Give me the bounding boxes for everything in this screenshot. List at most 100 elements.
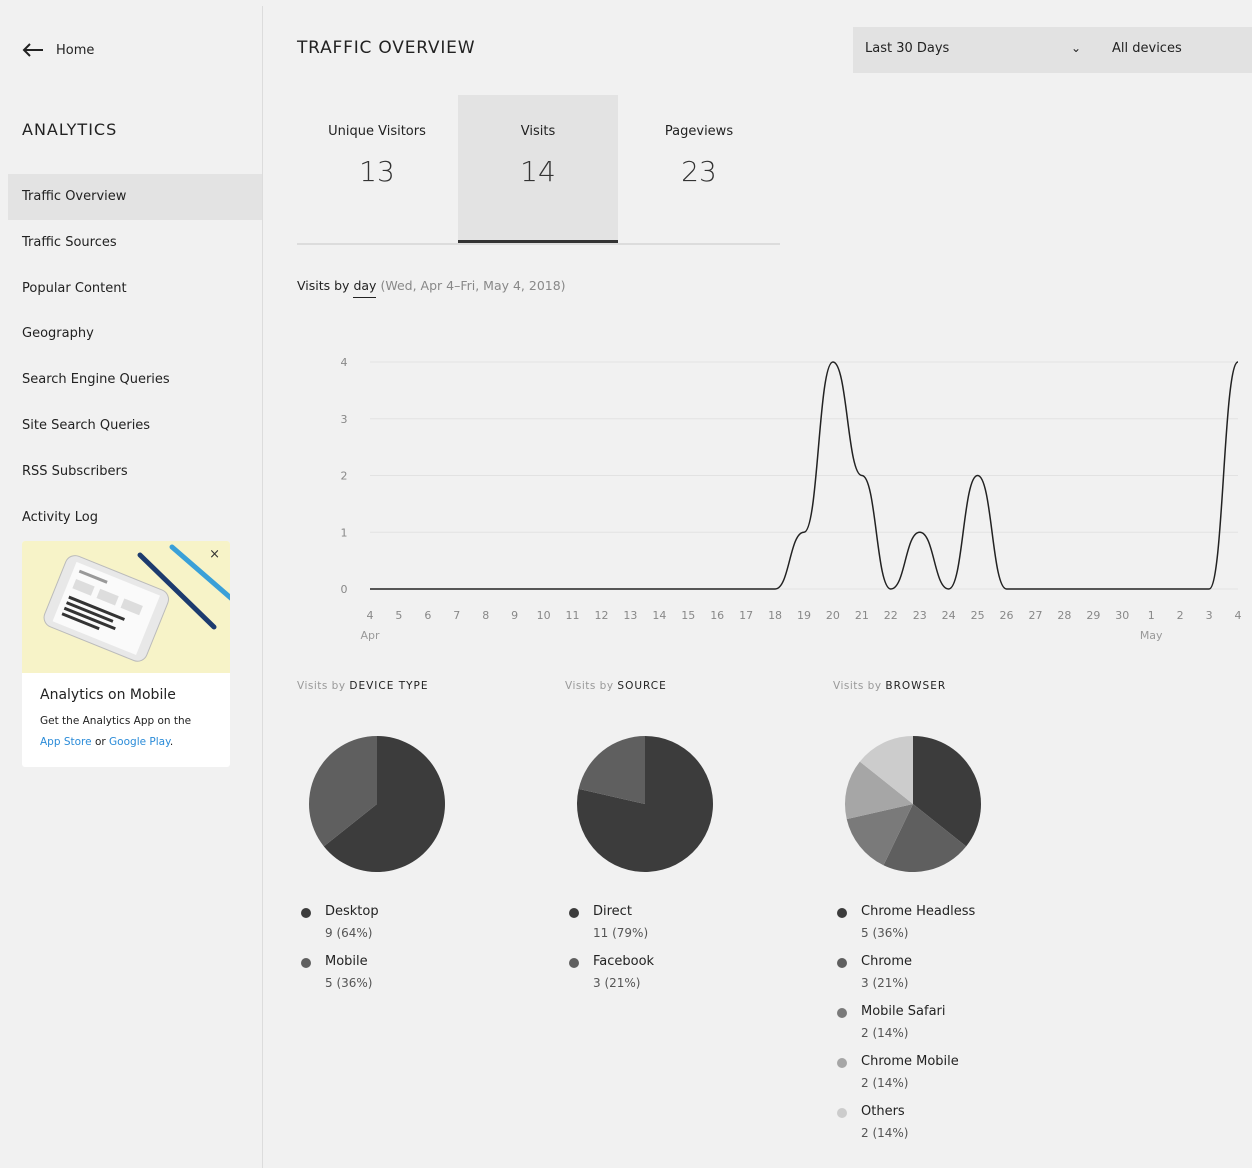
app-store-link[interactable]: App Store xyxy=(40,736,92,748)
sidebar-item-site-search-queries[interactable]: Site Search Queries xyxy=(8,403,262,449)
phone-illustration: × xyxy=(22,541,230,673)
device-select[interactable]: All devices xyxy=(1112,41,1182,56)
x-tick-label: 21 xyxy=(855,609,869,622)
stat-tab-visits[interactable]: Visits 14 xyxy=(458,95,618,243)
filter-bar: Last 30 Days ⌄ All devices xyxy=(853,27,1252,73)
y-tick-label: 2 xyxy=(341,470,348,483)
promo-title: Analytics on Mobile xyxy=(40,687,176,703)
sidebar-item-geography[interactable]: Geography xyxy=(8,311,262,357)
pie-title-prefix: Visits by xyxy=(833,680,882,692)
stat-tab-unique-visitors[interactable]: Unique Visitors 13 xyxy=(297,95,457,243)
legend-dot xyxy=(569,908,579,918)
x-tick-label: 25 xyxy=(971,609,985,622)
legend-dot xyxy=(837,908,847,918)
x-tick-label: 20 xyxy=(826,609,840,622)
x-tick-label: 19 xyxy=(797,609,811,622)
stat-label: Pageviews xyxy=(664,124,734,139)
stat-value: 13 xyxy=(359,155,395,188)
pie-title-name: DEVICE TYPE xyxy=(349,680,429,692)
x-tick-label: 12 xyxy=(594,609,608,622)
x-tick-label: 29 xyxy=(1086,609,1100,622)
browser-pie-block: Visits by BROWSER Chrome Headless 5 (36%)… xyxy=(833,680,1093,1140)
legend-label: Mobile xyxy=(325,954,368,969)
source-pie-block: Visits by SOURCE Direct 11 (79%) Facebook 3… xyxy=(565,680,825,990)
sidebar-item-search-engine-queries[interactable]: Search Engine Queries xyxy=(8,357,262,403)
device-type-pie-block: Visits by DEVICE TYPE Desktop 9 (64%) Mobi… xyxy=(297,680,557,990)
stat-label: Visits xyxy=(520,124,556,139)
x-tick-label: 5 xyxy=(395,609,402,622)
x-month-label: Apr xyxy=(360,629,380,642)
pie-title-prefix: Visits by xyxy=(565,680,614,692)
sidebar-item-popular-content[interactable]: Popular Content xyxy=(8,266,262,312)
chart-unit-select[interactable]: day xyxy=(353,278,377,298)
source-pie-chart xyxy=(577,736,713,872)
pie-title-name: BROWSER xyxy=(885,680,947,692)
legend-label: Desktop xyxy=(325,904,379,919)
sidebar-item-rss-subscribers[interactable]: RSS Subscribers xyxy=(8,449,262,495)
x-tick-label: 6 xyxy=(424,609,431,622)
y-tick-label: 4 xyxy=(341,356,348,369)
x-tick-label: 27 xyxy=(1028,609,1042,622)
back-home-link[interactable]: Home xyxy=(22,42,94,58)
stat-value: 23 xyxy=(681,155,717,188)
arrow-left-icon xyxy=(22,43,43,57)
y-tick-label: 1 xyxy=(341,526,348,539)
x-tick-label: 4 xyxy=(1235,609,1242,622)
legend-value: 11 (79%) xyxy=(593,926,649,940)
x-tick-label: 15 xyxy=(681,609,695,622)
legend-value: 5 (36%) xyxy=(325,976,373,990)
visits-line-chart: 012344 5 6 7 8 9 10 11 12 13 14 15 16 17 18 19 20 21 22 23 2… xyxy=(341,356,1242,642)
promo-text-body: Get the Analytics App on the xyxy=(40,715,192,727)
legend-label: Others xyxy=(861,1104,905,1119)
legend-value: 5 (36%) xyxy=(861,926,909,940)
legend-dot xyxy=(837,1108,847,1118)
x-month-label: May xyxy=(1140,629,1163,642)
legend-value: 9 (64%) xyxy=(325,926,373,940)
legend-dot xyxy=(837,958,847,968)
sidebar-nav: Traffic Overview Traffic Sources Popular… xyxy=(8,174,262,540)
x-tick-label: 7 xyxy=(453,609,460,622)
legend-label: Mobile Safari xyxy=(861,1004,946,1019)
promo-period: . xyxy=(169,736,174,748)
pie-title: Visits by BROWSER xyxy=(833,680,1093,692)
sidebar-item-traffic-overview[interactable]: Traffic Overview xyxy=(8,174,262,220)
sidebar-item-activity-log[interactable]: Activity Log xyxy=(8,495,262,541)
x-tick-label: 24 xyxy=(942,609,956,622)
sidebar-item-traffic-sources[interactable]: Traffic Sources xyxy=(8,220,262,266)
x-tick-label: 1 xyxy=(1148,609,1155,622)
x-tick-label: 30 xyxy=(1115,609,1129,622)
x-tick-label: 18 xyxy=(768,609,782,622)
stat-label: Unique Visitors xyxy=(328,124,426,139)
legend-value: 2 (14%) xyxy=(861,1126,909,1140)
chart-heading-prefix: Visits by xyxy=(297,278,350,293)
chevron-down-icon[interactable]: ⌄ xyxy=(1071,41,1081,55)
x-tick-label: 11 xyxy=(566,609,580,622)
pie-title: Visits by DEVICE TYPE xyxy=(297,680,557,692)
legend-dot xyxy=(301,908,311,918)
back-home-label: Home xyxy=(56,42,95,58)
page-title: TRAFFIC OVERVIEW xyxy=(297,38,476,58)
close-icon[interactable]: × xyxy=(209,547,220,562)
main-content: TRAFFIC OVERVIEW Last 30 Days ⌄ All devi… xyxy=(262,0,1252,1168)
legend-label: Direct xyxy=(593,904,632,919)
x-tick-label: 28 xyxy=(1057,609,1071,622)
x-tick-label: 4 xyxy=(367,609,374,622)
x-tick-label: 13 xyxy=(623,609,637,622)
stat-tab-pageviews[interactable]: Pageviews 23 xyxy=(619,95,779,243)
legend-value: 2 (14%) xyxy=(861,1026,909,1040)
x-tick-label: 22 xyxy=(884,609,898,622)
legend-dot xyxy=(837,1058,847,1068)
date-range-select[interactable]: Last 30 Days xyxy=(865,41,949,56)
x-tick-label: 26 xyxy=(1000,609,1014,622)
x-tick-label: 9 xyxy=(511,609,518,622)
x-tick-label: 10 xyxy=(537,609,551,622)
x-tick-label: 8 xyxy=(482,609,489,622)
stat-tabs: Unique Visitors 13 Visits 14 Pageviews 2… xyxy=(297,95,780,245)
google-play-link[interactable]: Google Play xyxy=(109,736,170,748)
y-tick-label: 3 xyxy=(341,413,348,426)
promo-or: or xyxy=(94,736,106,748)
browser-pie-chart xyxy=(845,736,981,872)
sidebar-title: ANALYTICS xyxy=(22,120,118,139)
x-tick-label: 23 xyxy=(913,609,927,622)
chart-date-range: (Wed, Apr 4–Fri, May 4, 2018) xyxy=(380,278,566,293)
